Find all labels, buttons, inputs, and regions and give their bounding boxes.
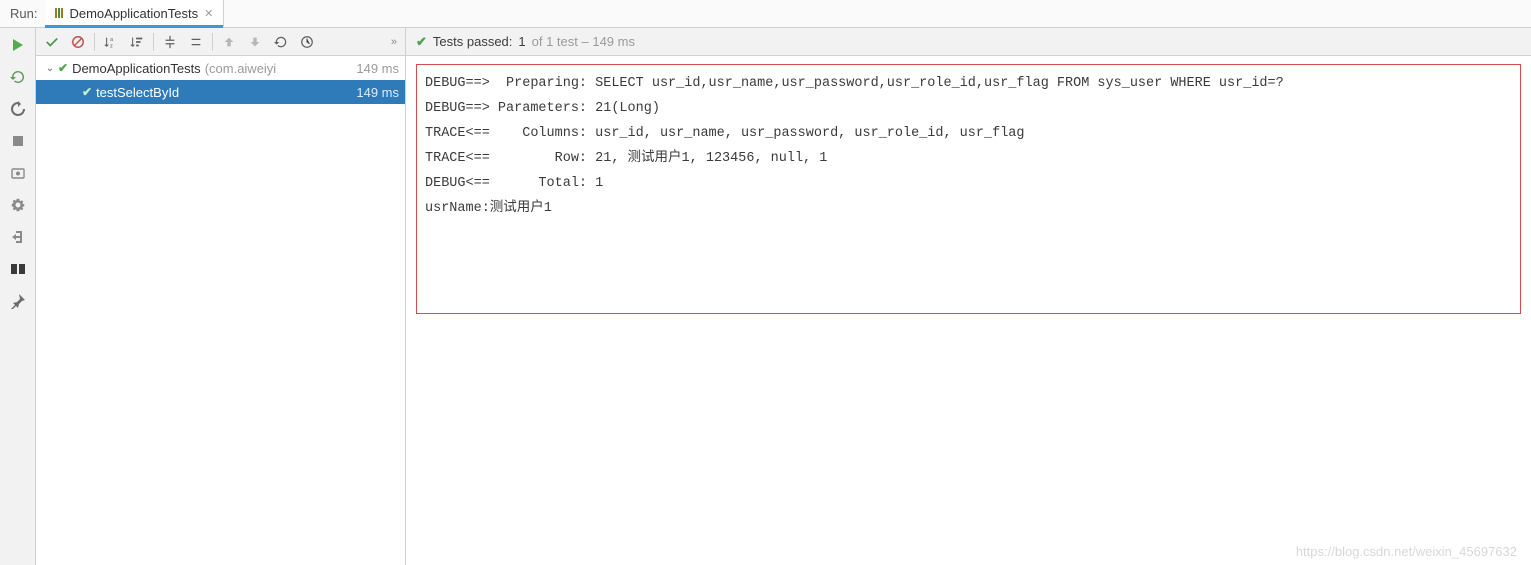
pin-button[interactable] — [7, 290, 29, 312]
sort-duration-button[interactable] — [125, 31, 149, 53]
show-passed-button[interactable] — [40, 31, 64, 53]
layout-button[interactable] — [7, 258, 29, 280]
export-results-button[interactable] — [269, 31, 293, 53]
close-icon[interactable]: ✕ — [204, 7, 213, 20]
test-node-child[interactable]: ✔ testSelectById 149 ms — [36, 80, 405, 104]
toggle-auto-test-button[interactable] — [7, 98, 29, 120]
svg-text:a: a — [110, 37, 113, 43]
console-panel: ✔ Tests passed: 1 of 1 test – 149 ms DEB… — [406, 28, 1531, 565]
tab-icon — [55, 6, 63, 21]
run-tab-bar: Run: DemoApplicationTests ✕ — [0, 0, 1531, 28]
check-icon: ✔ — [82, 85, 92, 99]
test-node-root[interactable]: ⌄ ✔ DemoApplicationTests (com.aiweiyi 14… — [36, 56, 405, 80]
status-suffix: of 1 test – 149 ms — [532, 34, 635, 49]
sort-alpha-button[interactable]: az — [99, 31, 123, 53]
test-toolbar: az » — [36, 28, 405, 56]
expand-all-button[interactable] — [158, 31, 182, 53]
test-tree-panel: az » ⌄ ✔ DemoApplicationTests (com.aiwei… — [36, 28, 406, 565]
stop-button[interactable] — [7, 130, 29, 152]
history-button[interactable] — [295, 31, 319, 53]
test-node-time: 149 ms — [356, 61, 399, 76]
toolbar-overflow-button[interactable]: » — [391, 36, 401, 48]
test-node-name: testSelectById — [96, 85, 179, 100]
run-tab-demoapplicationtests[interactable]: DemoApplicationTests ✕ — [45, 0, 224, 27]
collapse-all-button[interactable] — [184, 31, 208, 53]
settings-button[interactable] — [7, 194, 29, 216]
status-prefix: Tests passed: — [433, 34, 513, 49]
run-button[interactable] — [7, 34, 29, 56]
chevron-down-icon: ⌄ — [42, 63, 58, 74]
console-output[interactable]: DEBUG==> Preparing: SELECT usr_id,usr_na… — [416, 64, 1521, 314]
test-status-bar: ✔ Tests passed: 1 of 1 test – 149 ms — [406, 28, 1531, 56]
check-icon: ✔ — [58, 61, 68, 75]
check-icon: ✔ — [416, 34, 427, 50]
run-label: Run: — [0, 6, 45, 21]
status-passed-count: 1 — [518, 34, 525, 49]
test-tree[interactable]: ⌄ ✔ DemoApplicationTests (com.aiweiyi 14… — [36, 56, 405, 565]
left-tool-rail — [0, 28, 36, 565]
dump-threads-button[interactable] — [7, 162, 29, 184]
watermark: https://blog.csdn.net/weixin_45697632 — [1296, 544, 1517, 559]
tab-title: DemoApplicationTests — [69, 6, 198, 21]
next-failed-button[interactable] — [243, 31, 267, 53]
test-node-name: DemoApplicationTests — [72, 61, 201, 76]
show-ignored-button[interactable] — [66, 31, 90, 53]
exit-button[interactable] — [7, 226, 29, 248]
test-node-meta: (com.aiweiyi — [205, 61, 277, 76]
rerun-failed-button[interactable] — [7, 66, 29, 88]
svg-text:z: z — [110, 43, 113, 49]
test-node-time: 149 ms — [356, 85, 399, 100]
prev-failed-button[interactable] — [217, 31, 241, 53]
